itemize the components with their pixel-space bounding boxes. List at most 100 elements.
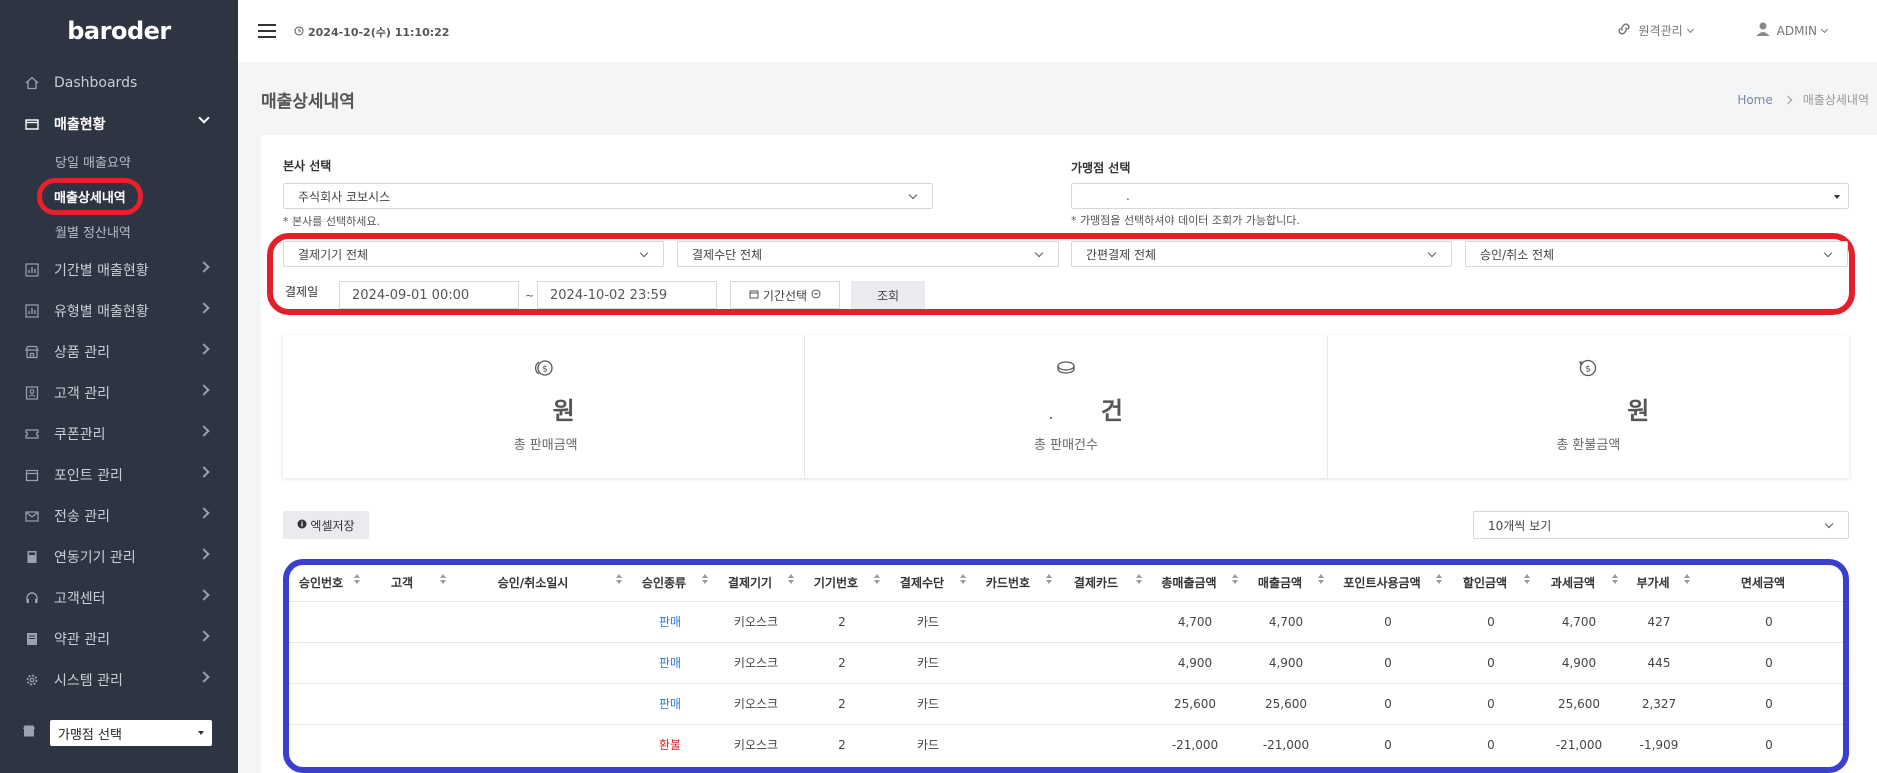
column-header[interactable]: 결제수단 xyxy=(885,565,971,601)
search-button[interactable]: 조회 xyxy=(851,281,925,309)
table-row[interactable]: 판매 키오스크 2 카드 4,900 4,900 0 0 4,900 445 0 xyxy=(289,641,1843,683)
column-header[interactable]: 할인금액 xyxy=(1447,565,1535,601)
chevron-right-icon xyxy=(198,548,210,560)
column-header[interactable]: 포인트사용금액 xyxy=(1329,565,1447,601)
stat-total-refund: $ 원 총 환불금액 xyxy=(1328,335,1849,478)
chevron-down-icon xyxy=(1034,248,1044,258)
table-row[interactable]: 판매 키오스크 2 카드 25,600 25,600 0 0 25,600 2,327 0 xyxy=(289,682,1843,724)
chevron-right-icon xyxy=(198,261,210,273)
payment-method-select[interactable]: 결제수단 전체 xyxy=(677,241,1059,267)
column-header[interactable]: 부가세 xyxy=(1623,565,1695,601)
hq-hint: * 본사를 선택하세요. xyxy=(283,215,380,228)
column-header[interactable]: 승인/취소일시 xyxy=(451,565,627,601)
folder-icon xyxy=(24,467,40,483)
stat-total-count: .건 총 판매건수 xyxy=(805,335,1328,478)
device-select[interactable]: 결제기기 전체 xyxy=(283,241,664,267)
chevron-right-icon xyxy=(198,507,210,519)
sidebar-subitem-sales-detail[interactable]: 매출상세내역 xyxy=(0,178,238,215)
chevron-down-icon xyxy=(639,248,649,258)
sidebar-item-label: 기간별 매출현황 xyxy=(54,262,149,279)
approval-select[interactable]: 승인/취소 전체 xyxy=(1465,241,1848,267)
table-row[interactable]: 환불 키오스크 2 카드 -21,000 -21,000 0 0 -21,000 -1,90… xyxy=(289,723,1843,765)
excel-export-button[interactable]: 엑셀저장 xyxy=(283,511,369,539)
column-header[interactable]: 매출금액 xyxy=(1243,565,1329,601)
column-header[interactable]: 결제카드 xyxy=(1057,565,1147,601)
column-header[interactable]: 카드번호 xyxy=(971,565,1057,601)
chevron-right-icon xyxy=(198,630,210,642)
easy-pay-select[interactable]: 간편결제 전체 xyxy=(1071,241,1452,267)
date-from-input[interactable]: 2024-09-01 00:00 xyxy=(339,281,519,309)
sidebar-item-support[interactable]: 고객센터 xyxy=(0,577,238,618)
date-separator: ~ xyxy=(525,289,535,302)
sidebar-item-products[interactable]: 상품 관리 xyxy=(0,331,238,372)
store-icon xyxy=(22,724,36,742)
stat-value: 원 xyxy=(552,397,575,425)
table-row[interactable]: 판매 키오스크 2 카드 4,700 4,700 0 0 4,700 427 0 xyxy=(289,600,1843,642)
store-select[interactable]: 가맹점 선택 xyxy=(50,720,212,746)
sidebar-item-coupons[interactable]: 쿠폰관리 xyxy=(0,413,238,454)
sidebar-item-label: 시스템 관리 xyxy=(54,672,123,689)
stat-total-sales: $ 원 총 판매금액 xyxy=(283,335,806,478)
sidebar-item-devices[interactable]: 연동기기 관리 xyxy=(0,536,238,577)
store-filter-select[interactable]: . xyxy=(1071,183,1849,209)
sidebar-subitem-daily-summary[interactable]: 당일 매출요약 xyxy=(0,144,238,179)
breadcrumb: Home 매출상세내역 xyxy=(1737,91,1869,108)
sidebar-item-dashboards[interactable]: Dashboards xyxy=(0,62,238,103)
mail-icon xyxy=(24,508,40,524)
column-header[interactable]: 총매출금액 xyxy=(1147,565,1243,601)
date-to-input[interactable]: 2024-10-02 23:59 xyxy=(537,281,717,309)
sidebar-item-terms[interactable]: 약관 관리 xyxy=(0,618,238,659)
sidebar: baroder Dashboards 매출현황 당일 매출요약 매출상세내역 월… xyxy=(0,0,238,773)
store-picker: 가맹점 선택 xyxy=(22,720,212,746)
wallet-icon xyxy=(24,116,40,132)
caret-down-icon xyxy=(1834,195,1840,199)
chevron-down-icon xyxy=(1820,25,1829,33)
chevron-down-icon xyxy=(198,112,210,124)
current-datetime: 2024-10-2(수) 11:10:22 xyxy=(294,24,449,40)
menu-icon[interactable] xyxy=(258,24,276,38)
calendar-icon xyxy=(749,288,759,302)
store-icon xyxy=(24,344,40,360)
column-header[interactable]: 승인번호 xyxy=(289,565,365,601)
chevron-down-icon xyxy=(1823,248,1833,258)
sidebar-item-period-sales[interactable]: 기간별 매출현황 xyxy=(0,249,238,290)
user-menu[interactable]: ADMIN xyxy=(1755,21,1829,40)
chevron-right-icon xyxy=(198,343,210,355)
column-header[interactable]: 승인종류 xyxy=(627,565,713,601)
column-header[interactable]: 면세금액 xyxy=(1695,565,1843,601)
sidebar-item-points[interactable]: 포인트 관리 xyxy=(0,454,238,495)
sidebar-item-system[interactable]: 시스템 관리 xyxy=(0,659,238,700)
caret-down-icon xyxy=(198,731,204,735)
column-header[interactable]: 기기번호 xyxy=(799,565,885,601)
sidebar-item-label: 상품 관리 xyxy=(54,344,110,361)
column-header[interactable]: 고객 xyxy=(365,565,451,601)
remote-management-menu[interactable]: 원격관리 xyxy=(1615,20,1694,41)
column-header[interactable]: 결제기기 xyxy=(713,565,799,601)
hq-select[interactable]: 주식회사 코보시스 xyxy=(283,183,933,209)
sidebar-item-messages[interactable]: 전송 관리 xyxy=(0,495,238,536)
sidebar-item-label: 고객센터 xyxy=(54,590,106,607)
column-header[interactable]: 과세금액 xyxy=(1535,565,1623,601)
sidebar-item-sales[interactable]: 매출현황 xyxy=(0,103,238,144)
period-select-button[interactable]: 기간선택 xyxy=(730,281,840,309)
breadcrumb-home[interactable]: Home xyxy=(1737,93,1772,107)
chevron-down-icon xyxy=(1824,519,1834,529)
page-size-select[interactable]: 10개씩 보기 xyxy=(1473,511,1849,539)
sidebar-item-label: 포인트 관리 xyxy=(54,467,123,484)
info-circle-icon xyxy=(297,518,307,532)
contact-icon xyxy=(24,385,40,401)
top-right-menu: 원격관리 ADMIN xyxy=(1615,20,1877,41)
coins-icon: $ xyxy=(533,357,555,383)
logo[interactable]: baroder xyxy=(0,0,238,62)
sidebar-subitem-monthly-settlement[interactable]: 월별 정산내역 xyxy=(0,214,238,249)
sidebar-item-label: 쿠폰관리 xyxy=(54,426,106,443)
sidebar-item-type-sales[interactable]: 유형별 매출현황 xyxy=(0,290,238,331)
page-title: 매출상세내역 xyxy=(261,92,355,112)
approval-type: 판매 xyxy=(627,600,713,642)
store-label: 가맹점 선택 xyxy=(1071,161,1131,175)
chevron-down-icon xyxy=(908,190,918,200)
stat-value: 원 xyxy=(1627,397,1650,425)
chevron-circle-icon xyxy=(811,288,821,302)
calculator-icon xyxy=(24,549,40,565)
sidebar-item-customers[interactable]: 고객 관리 xyxy=(0,372,238,413)
